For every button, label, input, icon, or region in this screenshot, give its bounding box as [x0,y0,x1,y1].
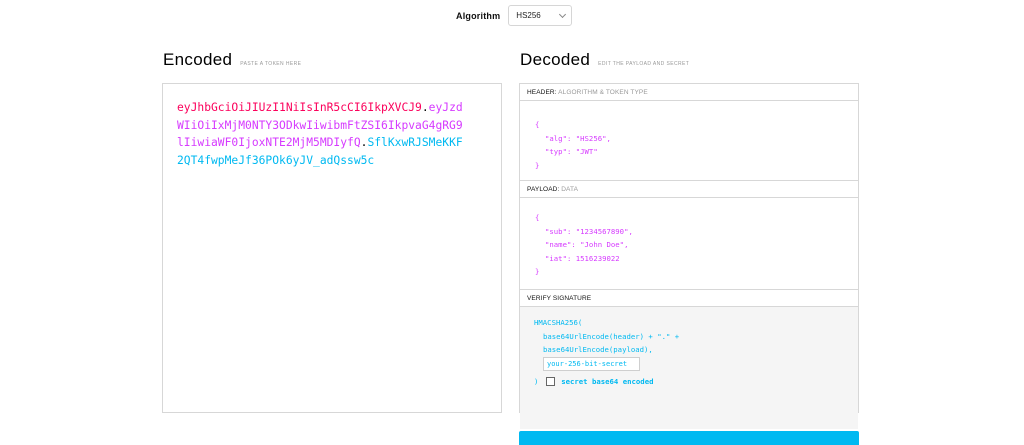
json-line: "alg": "HS256", [545,133,611,143]
secret-base64-checkbox[interactable] [545,377,555,386]
decoded-hint: EDIT THE PAYLOAD AND SECRET [598,61,690,67]
encoded-token-editor[interactable]: eyJhbGciOiJIUzI1NiIsInR5cCI6IkpXVCJ9.eyJ… [162,83,502,413]
payload-section-title: PAYLOAD: DATA [520,181,858,198]
header-title: HEADER: [527,89,557,96]
share-jwt-button[interactable] [519,431,859,445]
verify-fn: HMACSHA256( [534,318,583,327]
payload-json-editor[interactable]: { "sub": "1234567890", "name": "John Doe… [520,198,858,290]
json-line: "sub": "1234567890", [545,226,633,236]
json-line: "typ": "JWT" [545,147,598,156]
algorithm-selected-value: HS256 [516,11,541,20]
verify-signature-body: HMACSHA256( base64UrlEncode(header) + ".… [520,307,858,429]
verify-title: VERIFY SIGNATURE [527,295,592,302]
token-dot: . [421,101,429,114]
secret-base64-label[interactable]: secret base64 encoded [561,377,653,386]
decoded-title: Decoded [520,50,591,69]
encoded-hint: PASTE A TOKEN HERE [240,61,302,67]
token-text[interactable]: eyJhbGciOiJIUzI1NiIsInR5cCI6IkpXVCJ9.eyJ… [177,99,467,170]
secret-input[interactable]: your-256-bit-secret [543,356,640,371]
header-section-title: HEADER: ALGORITHM & TOKEN TYPE [520,84,858,101]
header-json-editor[interactable]: { "alg": "HS256", "typ": "JWT" } [520,101,858,181]
payload-subtitle: DATA [561,186,579,193]
header-json: { "alg": "HS256", "typ": "JWT" } [535,118,611,172]
algorithm-selector: Algorithm HS256 [456,5,573,26]
json-line: } [535,267,540,276]
verify-line-header: base64UrlEncode(header) + "." + [543,331,680,341]
chevron-down-icon [559,10,567,18]
decoded-panel: HEADER: ALGORITHM & TOKEN TYPE { "alg": … [519,83,859,429]
json-line: { [535,213,540,222]
algorithm-dropdown[interactable]: HS256 [508,5,573,26]
json-line: "iat": 1516239022 [545,253,620,263]
token-header-part: eyJhbGciOiJIUzI1NiIsInR5cCI6IkpXVCJ9 [177,101,422,114]
encoded-heading: Encoded PASTE A TOKEN HERE [163,50,301,70]
verify-line-payload: base64UrlEncode(payload), [543,345,653,354]
payload-json: { "sub": "1234567890", "name": "John Doe… [535,211,633,279]
json-line: { [535,120,540,129]
algorithm-label: Algorithm [456,10,501,21]
json-line: "name": "John Doe", [545,240,629,249]
verify-code: HMACSHA256( base64UrlEncode(header) + ".… [534,316,679,388]
decoded-heading: Decoded EDIT THE PAYLOAD AND SECRET [520,50,689,70]
verify-section-title: VERIFY SIGNATURE [520,290,858,307]
encoded-title: Encoded [163,50,233,69]
payload-title: PAYLOAD: [527,186,560,193]
verify-close-paren: ) [534,376,539,386]
header-subtitle: ALGORITHM & TOKEN TYPE [558,89,648,96]
json-line: } [535,160,540,170]
